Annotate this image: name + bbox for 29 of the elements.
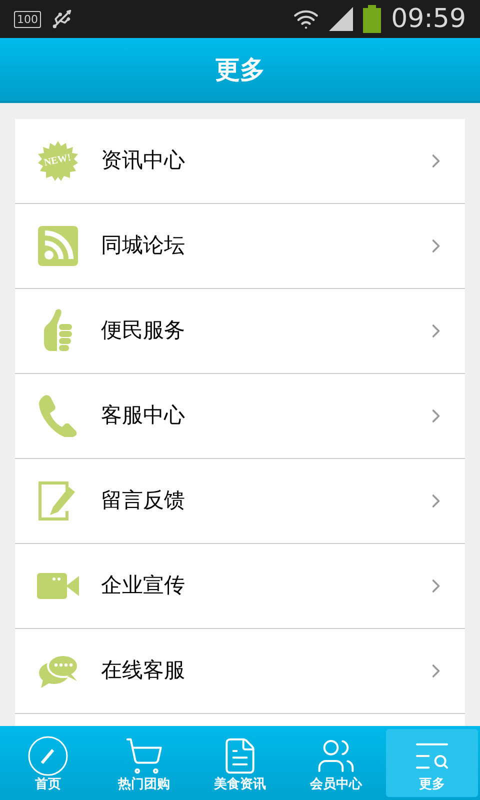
menu-label: 留言反馈 bbox=[101, 487, 186, 514]
menu-label: 便民服务 bbox=[101, 317, 186, 344]
chat-bubbles-icon bbox=[37, 653, 79, 689]
phone-icon bbox=[38, 395, 78, 437]
menu-label: 资讯中心 bbox=[101, 147, 186, 174]
menu-item[interactable]: 留言反馈 bbox=[15, 459, 465, 544]
thumbs-up-icon bbox=[43, 309, 73, 353]
menu-item[interactable]: 同城论坛 bbox=[15, 204, 465, 289]
menu-label: 同城论坛 bbox=[101, 232, 186, 260]
battery-icon bbox=[363, 5, 382, 33]
page-title: 更多 bbox=[215, 54, 265, 86]
menu-item[interactable]: 企业宣传 bbox=[15, 544, 465, 629]
menu-item[interactable]: 客服中心 bbox=[15, 374, 465, 459]
menu-item[interactable]: NEW! 资讯中心 bbox=[15, 119, 465, 204]
video-camera-icon bbox=[37, 573, 79, 599]
clock-time: 09:59 bbox=[391, 6, 466, 32]
menu-label: 在线客服 bbox=[101, 657, 186, 684]
usb-icon bbox=[51, 7, 73, 31]
signal-icon bbox=[329, 7, 354, 31]
pencil-circle-icon bbox=[28, 736, 68, 776]
menu-label: 企业宣传 bbox=[101, 572, 186, 600]
battery-percent-icon: 100 bbox=[14, 10, 41, 28]
cart-icon bbox=[124, 736, 164, 776]
menu-label: 客服中心 bbox=[101, 402, 186, 430]
menu-item[interactable]: 在线客服 bbox=[15, 629, 465, 714]
new-badge-icon: NEW! bbox=[38, 141, 78, 181]
rss-icon bbox=[38, 226, 78, 266]
menu-item[interactable]: 便民服务 bbox=[15, 289, 465, 374]
edit-note-icon bbox=[38, 481, 78, 521]
